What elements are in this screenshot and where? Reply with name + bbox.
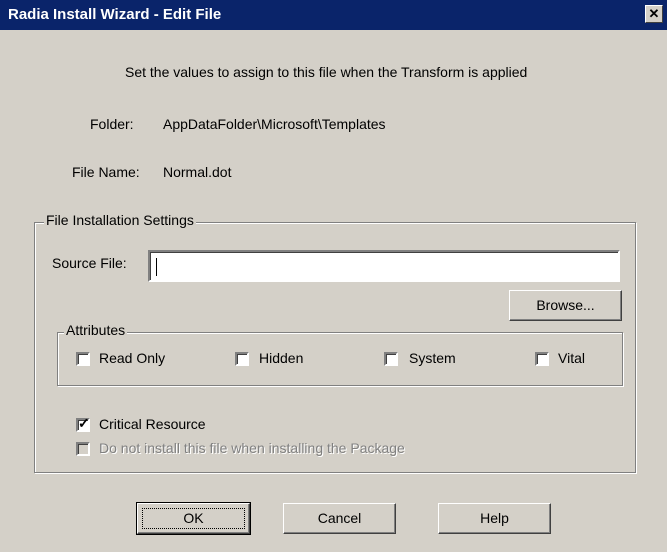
- check-icon: ✓: [78, 415, 90, 431]
- folder-value: AppDataFolder\Microsoft\Templates: [163, 116, 386, 132]
- critical-resource-checkbox[interactable]: ✓: [76, 415, 90, 432]
- system-checkbox[interactable]: [384, 352, 398, 366]
- hidden-checkbox[interactable]: [235, 352, 249, 366]
- cancel-button[interactable]: Cancel: [283, 503, 396, 534]
- vital-label: Vital: [558, 350, 585, 366]
- do-not-install-checkbox[interactable]: [76, 442, 90, 456]
- source-file-input[interactable]: [148, 250, 620, 282]
- read-only-label: Read Only: [99, 350, 166, 366]
- do-not-install-label: Do not install this file when installing…: [99, 440, 405, 456]
- hidden-label: Hidden: [259, 350, 304, 366]
- browse-button[interactable]: Browse...: [509, 290, 622, 321]
- source-file-label: Source File:: [52, 255, 127, 271]
- help-label: Help: [480, 510, 509, 526]
- file-name-value: Normal.dot: [163, 164, 232, 180]
- close-button[interactable]: ✕: [645, 5, 663, 23]
- ok-button[interactable]: OK: [136, 502, 251, 535]
- intro-text: Set the values to assign to this file wh…: [125, 64, 528, 80]
- focus-rect: [142, 508, 245, 529]
- folder-label: Folder:: [90, 116, 134, 132]
- text-caret: [156, 258, 157, 276]
- attributes-legend: Attributes: [64, 322, 128, 338]
- close-icon: ✕: [648, 6, 660, 21]
- title-bar: Radia Install Wizard - Edit File ✕: [0, 0, 667, 30]
- file-installation-settings-legend: File Installation Settings: [44, 212, 196, 228]
- cancel-label: Cancel: [317, 510, 362, 526]
- file-name-label: File Name:: [72, 164, 140, 180]
- system-label: System: [409, 350, 456, 366]
- window-title: Radia Install Wizard - Edit File: [8, 6, 222, 23]
- browse-label: Browse...: [536, 297, 595, 313]
- vital-checkbox[interactable]: [535, 352, 549, 366]
- help-button[interactable]: Help: [438, 503, 551, 534]
- critical-resource-label: Critical Resource: [99, 416, 206, 432]
- read-only-checkbox[interactable]: [76, 352, 90, 366]
